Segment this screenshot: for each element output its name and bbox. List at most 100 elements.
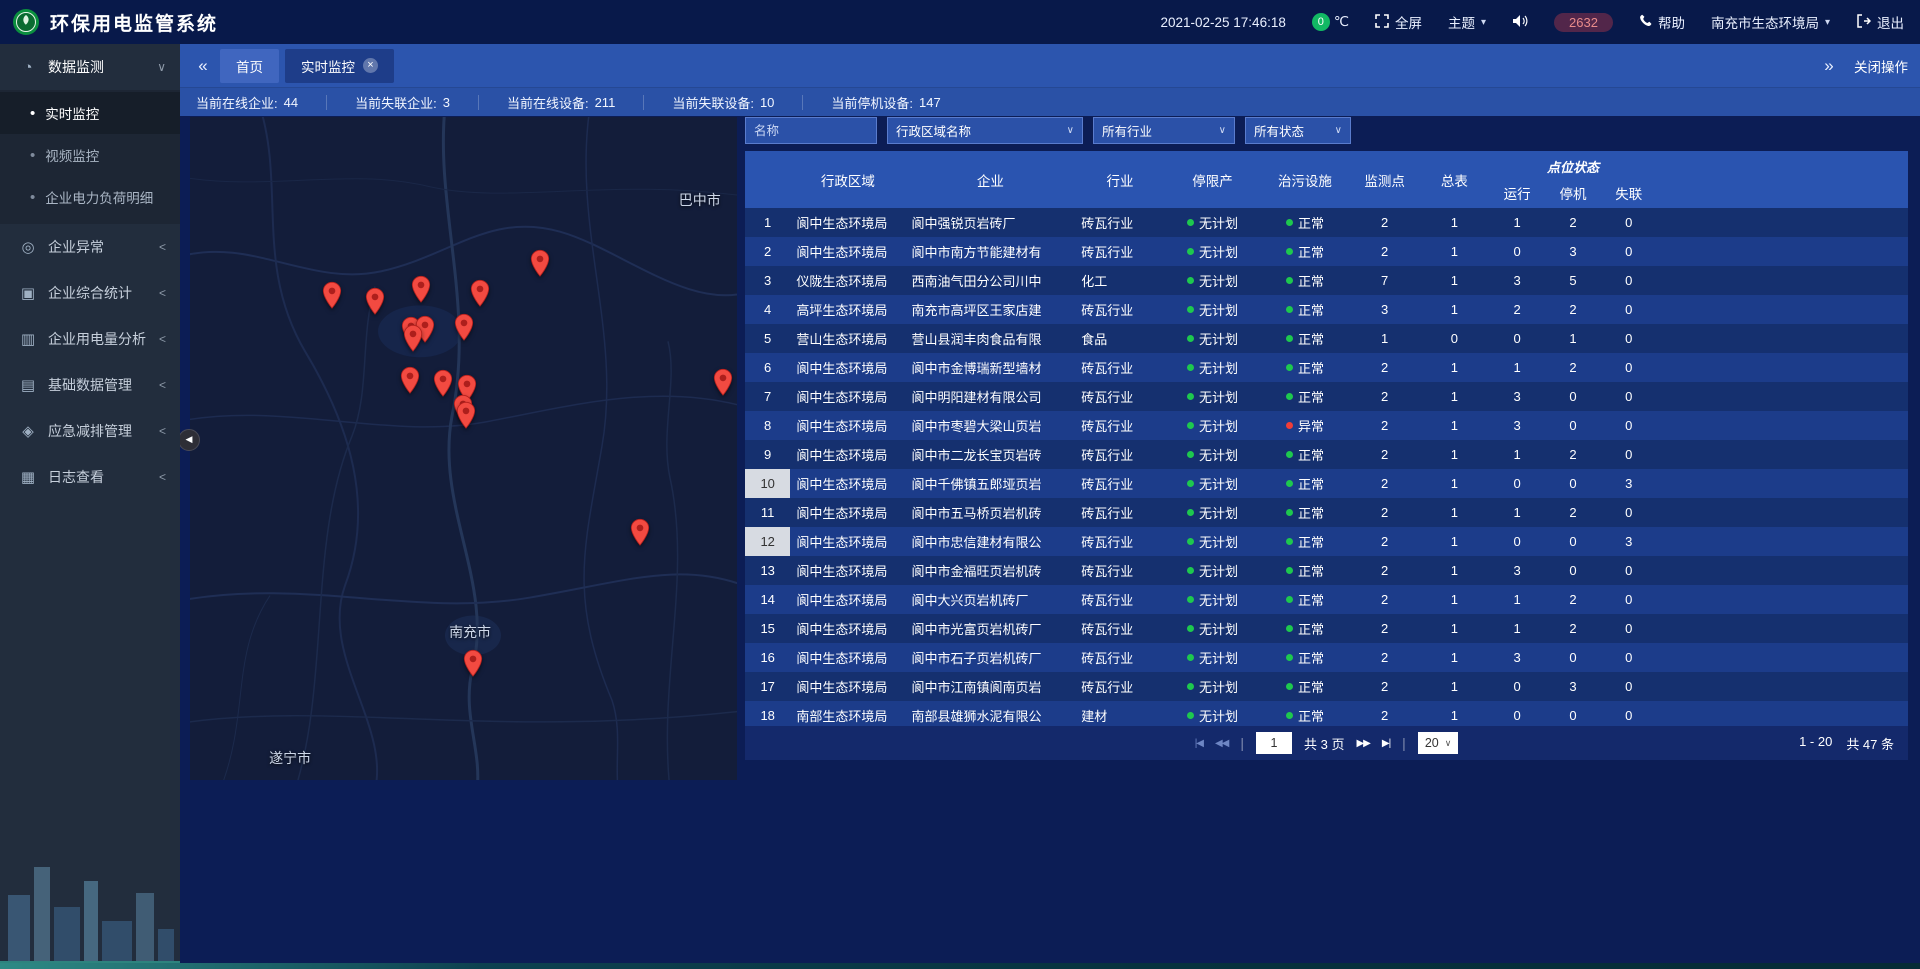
sidebar-item-label: 视频监控 [45,145,99,165]
table-row[interactable]: 16阆中生态环境局阆中市石子页岩机砖厂砖瓦行业无计划正常21300 [745,643,1908,672]
row-industry: 砖瓦行业 [1075,527,1165,556]
close-operations-button[interactable]: 关闭操作 [1854,56,1908,76]
row-industry: 砖瓦行业 [1075,237,1165,266]
map-pin-icon[interactable] [403,325,423,353]
map-pin-icon[interactable] [470,280,490,308]
table-row[interactable]: 10阆中生态环境局阆中千佛镇五郎垭页岩砖瓦行业无计划正常21003 [745,469,1908,498]
row-limit-status: 无计划 [1165,295,1260,324]
first-page-button[interactable]: |◀ [1195,738,1203,749]
sidebar-group-company-abnormal[interactable]: ◎企业异常< [0,224,180,270]
table-row[interactable]: 6阆中生态环境局阆中市金博瑞新型墙材砖瓦行业无计划正常21120 [745,353,1908,382]
tab-realtime-monitor[interactable]: 实时监控× [285,49,394,83]
sidebar-group-emergency-reduction[interactable]: ◈应急减排管理< [0,408,180,454]
row-meters: 1 [1419,614,1489,643]
page-number-input[interactable] [1256,732,1292,754]
map-pin-icon[interactable] [400,366,420,394]
table-row[interactable]: 15阆中生态环境局阆中市光富页岩机砖厂砖瓦行业无计划正常21120 [745,614,1908,643]
row-run: 1 [1489,614,1545,643]
table-row[interactable]: 13阆中生态环境局阆中市金福旺页岩机砖砖瓦行业无计划正常21300 [745,556,1908,585]
next-page-button[interactable]: ▶▶ [1356,738,1369,749]
sidebar-group-base-data[interactable]: ▤基础数据管理< [0,362,180,408]
map-pin-icon[interactable] [433,369,453,397]
table-row[interactable]: 1阆中生态环境局阆中强锐页岩砖厂砖瓦行业无计划正常21120 [745,208,1908,237]
row-limit-status: 无计划 [1165,672,1260,701]
row-industry: 砖瓦行业 [1075,382,1165,411]
table-row[interactable]: 8阆中生态环境局阆中市枣碧大梁山页岩砖瓦行业无计划异常21300 [745,411,1908,440]
skyline-decoration [0,837,180,969]
row-limit-status: 无计划 [1165,237,1260,266]
col-header-limit[interactable]: 停限产 [1165,151,1260,208]
row-meters: 1 [1419,295,1489,324]
sidebar-group-power-analysis[interactable]: ▥企业用电量分析< [0,316,180,362]
row-industry: 砖瓦行业 [1075,411,1165,440]
prev-page-button[interactable]: ◀◀ [1215,738,1228,749]
alarm-sound-button[interactable] [1512,14,1528,31]
org-dropdown[interactable]: 南充市生态环境局 ▾ [1711,12,1830,32]
map-pin-icon[interactable] [454,313,474,341]
tabs-scroll-left-button[interactable]: « [188,56,218,76]
region-filter-select[interactable]: 行政区域名称 ∨ [887,117,1083,144]
col-header-run[interactable]: 运行 [1489,183,1545,203]
col-header-meters[interactable]: 总表 [1419,151,1489,208]
sidebar-group-log-view[interactable]: ▦日志查看< [0,454,180,500]
last-page-button[interactable]: ▶| [1382,738,1390,749]
col-header-points[interactable]: 监测点 [1350,151,1420,208]
tabs-scroll-right-button[interactable]: » [1814,56,1844,76]
table-row[interactable]: 7阆中生态环境局阆中明阳建材有限公司砖瓦行业无计划正常21300 [745,382,1908,411]
row-company: 南部县雄狮水泥有限公 [905,701,1075,726]
row-company: 阆中市二龙长宝页岩砖 [905,440,1075,469]
alarm-count-badge[interactable]: 2632 [1554,13,1613,32]
theme-dropdown[interactable]: 主题 ▾ [1448,12,1486,32]
tab-home[interactable]: 首页 [220,49,279,83]
sidebar-group-label: 企业综合统计 [48,283,159,303]
map-pin-icon[interactable] [456,402,476,430]
status-filter-select[interactable]: 所有状态 ∨ [1245,117,1351,144]
map-pin-icon[interactable] [365,287,385,315]
map-pin-icon[interactable] [322,282,342,310]
map-pin-icon[interactable] [411,275,431,303]
row-filler [1657,701,1908,726]
sidebar-group-label: 企业异常 [48,237,159,257]
table-row[interactable]: 12阆中生态环境局阆中市忠信建材有限公砖瓦行业无计划正常21003 [745,527,1908,556]
row-points: 7 [1350,266,1420,295]
table-row[interactable]: 18南部生态环境局南部县雄狮水泥有限公建材无计划正常21000 [745,701,1908,726]
map-canvas[interactable]: 巴中市南充市遂宁市 [190,117,737,780]
row-region: 高坪生态环境局 [790,295,905,324]
row-filler [1657,672,1908,701]
logout-button[interactable]: 退出 [1856,12,1904,32]
table-row[interactable]: 17阆中生态环境局阆中市江南镇阆南页岩砖瓦行业无计划正常21030 [745,672,1908,701]
sidebar-group-data-monitoring[interactable]: ◔数据监测∨ [0,44,180,90]
row-points: 2 [1350,440,1420,469]
map-pin-icon[interactable] [713,368,733,396]
tabbar-right: » 关闭操作 [1814,56,1908,76]
table-row[interactable]: 4高坪生态环境局南充市高坪区王家店建砖瓦行业无计划正常31220 [745,295,1908,324]
help-button[interactable]: 帮助 [1639,12,1685,32]
sidebar-item-power-load-detail[interactable]: •企业电力负荷明细 [0,176,180,218]
name-filter-input[interactable] [745,117,877,144]
industry-filter-select[interactable]: 所有行业 ∨ [1093,117,1235,144]
map-pin-icon[interactable] [463,649,483,677]
col-header-region[interactable]: 行政区域 [790,151,905,208]
table-row[interactable]: 5营山生态环境局营山县润丰肉食品有限食品无计划正常10010 [745,324,1908,353]
col-header-industry[interactable]: 行业 [1075,151,1165,208]
col-header-lost[interactable]: 失联 [1601,183,1657,203]
fullscreen-button[interactable]: 全屏 [1375,12,1422,32]
table-row[interactable]: 3仪陇生态环境局西南油气田分公司川中化工无计划正常71350 [745,266,1908,295]
table-row[interactable]: 14阆中生态环境局阆中大兴页岩机砖厂砖瓦行业无计划正常21120 [745,585,1908,614]
col-header-stop[interactable]: 停机 [1545,183,1601,203]
table-row[interactable]: 9阆中生态环境局阆中市二龙长宝页岩砖砖瓦行业无计划正常21120 [745,440,1908,469]
sidebar-group-company-statistics[interactable]: ▣企业综合统计< [0,270,180,316]
page-size-select[interactable]: 20 ∨ [1418,732,1459,754]
map-pin-icon[interactable] [630,518,650,546]
close-icon[interactable]: × [363,58,378,73]
pager-divider: | [1402,735,1406,751]
sidebar-item-video-monitor[interactable]: •视频监控 [0,134,180,176]
sidebar-item-realtime-monitor[interactable]: •实时监控 [0,92,180,134]
table-row[interactable]: 2阆中生态环境局阆中市南方节能建材有砖瓦行业无计划正常21030 [745,237,1908,266]
collapse-panel-button[interactable]: ◀ [178,429,200,451]
map-pin-icon[interactable] [530,249,550,277]
table-row[interactable]: 11阆中生态环境局阆中市五马桥页岩机砖砖瓦行业无计划正常21120 [745,498,1908,527]
map-city-label: 遂宁市 [269,748,311,768]
col-header-company[interactable]: 企业 [905,151,1075,208]
col-header-facility[interactable]: 治污设施 [1260,151,1350,208]
